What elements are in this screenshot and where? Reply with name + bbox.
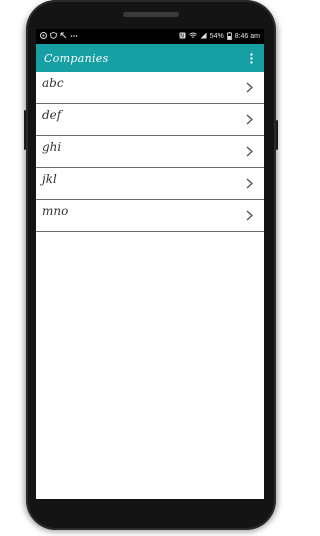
more-notifications-icon [70,32,78,41]
app-screen: N 54% 8:46 am Companies abc def ghi jkl … [36,29,264,499]
list-item[interactable]: abc [36,72,264,104]
signal-icon [200,32,207,41]
missed-call-icon [60,32,67,41]
list-item[interactable]: ghi [36,136,264,168]
shield-notification-icon [50,32,57,41]
app-notification-icon [40,32,47,41]
volume-button [24,110,26,150]
toolbar-title: Companies [44,51,109,65]
svg-text:N: N [180,34,184,39]
nfc-icon: N [179,32,186,41]
app-toolbar: Companies [36,44,264,72]
power-button [276,120,278,150]
list-item-label: mno [42,203,69,218]
chevron-right-icon [245,178,254,190]
more-vert-icon[interactable] [246,51,256,65]
wifi-icon [188,32,197,41]
chevron-right-icon [245,82,254,94]
clock: 8:46 am [234,33,260,40]
chevron-right-icon [245,146,254,158]
battery-icon [226,31,232,42]
list-item-label: ghi [42,139,62,154]
status-bar: N 54% 8:46 am [36,29,264,44]
list-item-label: abc [42,75,64,90]
battery-percent: 54% [209,33,224,40]
chevron-right-icon [245,114,254,126]
list-item[interactable]: jkl [36,168,264,200]
companies-list: abc def ghi jkl mno [36,72,264,232]
list-item-label: jkl [42,171,57,186]
list-item[interactable]: mno [36,200,264,232]
list-item[interactable]: def [36,104,264,136]
chevron-right-icon [245,210,254,222]
speaker-grille [123,12,179,17]
list-item-label: def [42,107,62,122]
